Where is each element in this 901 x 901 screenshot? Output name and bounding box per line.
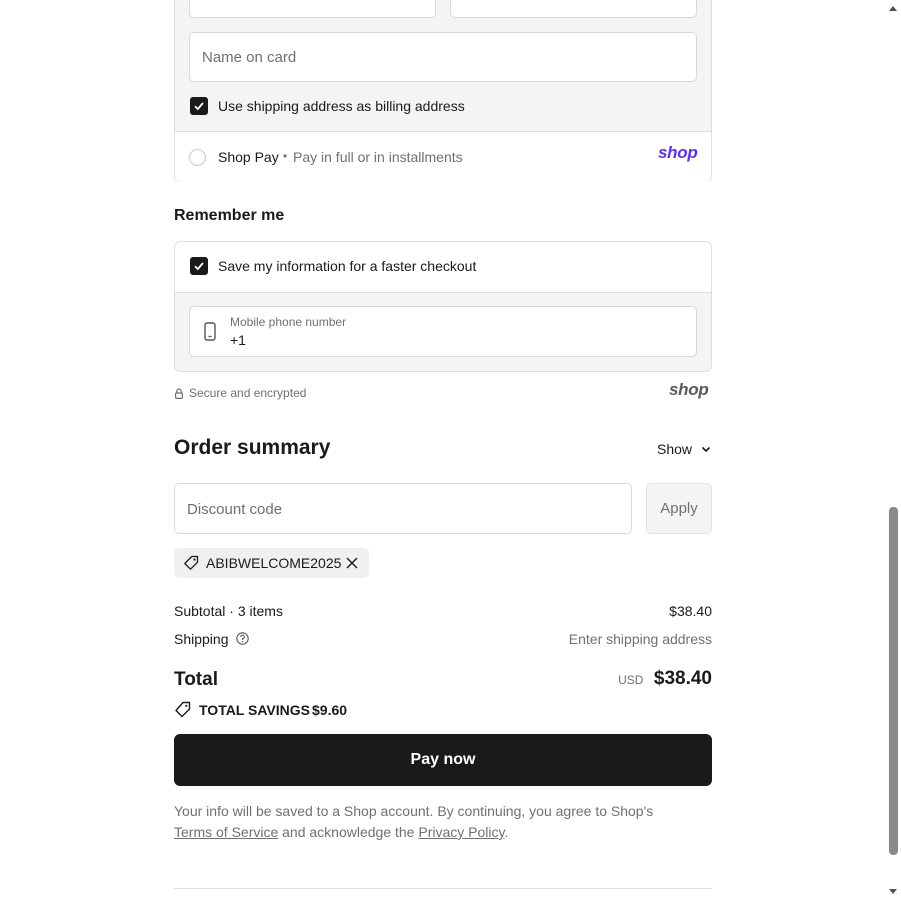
chevron-down-icon xyxy=(702,447,711,453)
currency-code: USD xyxy=(618,673,644,687)
scrollbar-thumb[interactable] xyxy=(889,507,898,855)
total-amount: USD $38.40 xyxy=(618,668,712,690)
discount-code-placeholder: Discount code xyxy=(187,501,283,518)
discount-code-input[interactable]: Discount code xyxy=(174,483,632,534)
secure-encrypted-text: Secure and encrypted xyxy=(189,386,307,400)
shop-pay-radio[interactable] xyxy=(189,149,206,166)
terms-notice-text: Your info will be saved to a Shop accoun… xyxy=(174,803,654,819)
remember-me-heading: Remember me xyxy=(174,207,285,224)
mobile-phone-label: Mobile phone number xyxy=(230,315,347,329)
privacy-policy-link[interactable]: Privacy Policy xyxy=(418,824,504,840)
subtotal-label: Subtotal · 3 items xyxy=(174,603,283,619)
pay-now-label: Pay now xyxy=(410,751,476,768)
use-shipping-checkbox[interactable] xyxy=(190,97,208,115)
applied-discount-code: ABIBWELCOME2025 xyxy=(206,555,342,571)
footer-divider xyxy=(174,888,712,889)
use-shipping-label[interactable]: Use shipping address as billing address xyxy=(218,98,465,114)
help-circle-icon[interactable] xyxy=(236,632,249,645)
lock-icon xyxy=(175,388,183,399)
applied-discount-tag: ABIBWELCOME2025 xyxy=(174,548,369,578)
checkmark-icon xyxy=(194,262,204,271)
show-label: Show xyxy=(657,441,693,457)
remove-discount-close-icon[interactable] xyxy=(346,557,358,569)
name-on-card-placeholder: Name on card xyxy=(202,49,297,66)
order-summary-heading: Order summary xyxy=(174,436,331,459)
expiration-date-field[interactable] xyxy=(450,0,697,18)
name-on-card-field[interactable]: Name on card xyxy=(189,32,697,82)
show-summary-toggle[interactable]: Show xyxy=(657,441,711,461)
total-value: $38.40 xyxy=(653,668,712,689)
total-label: Total xyxy=(174,669,218,690)
mobile-phone-icon xyxy=(204,322,216,341)
terms-notice: Your info will be saved to a Shop accoun… xyxy=(174,801,714,843)
shipping-value: Enter shipping address xyxy=(568,631,712,647)
savings-tag-icon xyxy=(175,701,191,718)
scroll-down-arrow-icon[interactable] xyxy=(888,888,898,895)
checkmark-icon xyxy=(194,102,204,111)
mobile-phone-field[interactable]: Mobile phone number +1 xyxy=(189,306,697,357)
shop-pay-label: Shop Pay xyxy=(218,149,279,165)
shop-pay-separator: • xyxy=(283,149,288,163)
pay-now-button[interactable]: Pay now xyxy=(174,734,712,786)
save-info-checkbox[interactable] xyxy=(190,257,208,275)
total-savings-label: TOTAL SAVINGS xyxy=(199,702,310,718)
terms-notice-text-3: . xyxy=(504,824,509,840)
total-savings-value: $9.60 xyxy=(312,702,348,718)
scroll-up-arrow-icon[interactable] xyxy=(888,5,898,12)
apply-label: Apply xyxy=(660,500,698,517)
save-info-label[interactable]: Save my information for a faster checkou… xyxy=(218,258,476,274)
terms-of-service-link[interactable]: Terms of Service xyxy=(174,824,278,840)
shop-pay-option[interactable]: Shop Pay • Pay in full or in installment… xyxy=(175,131,711,182)
terms-notice-text-2: and acknowledge the xyxy=(278,824,419,840)
mobile-phone-value: +1 xyxy=(230,332,246,348)
security-code-field[interactable] xyxy=(189,0,436,18)
tag-icon xyxy=(184,555,199,570)
shipping-label: Shipping xyxy=(174,631,229,647)
apply-button[interactable]: Apply xyxy=(646,483,712,534)
shop-logo: shop xyxy=(669,380,709,399)
shop-pay-subtitle: Pay in full or in installments xyxy=(293,149,463,165)
shop-pay-logo: shop xyxy=(658,143,698,162)
subtotal-value: $38.40 xyxy=(669,603,712,619)
